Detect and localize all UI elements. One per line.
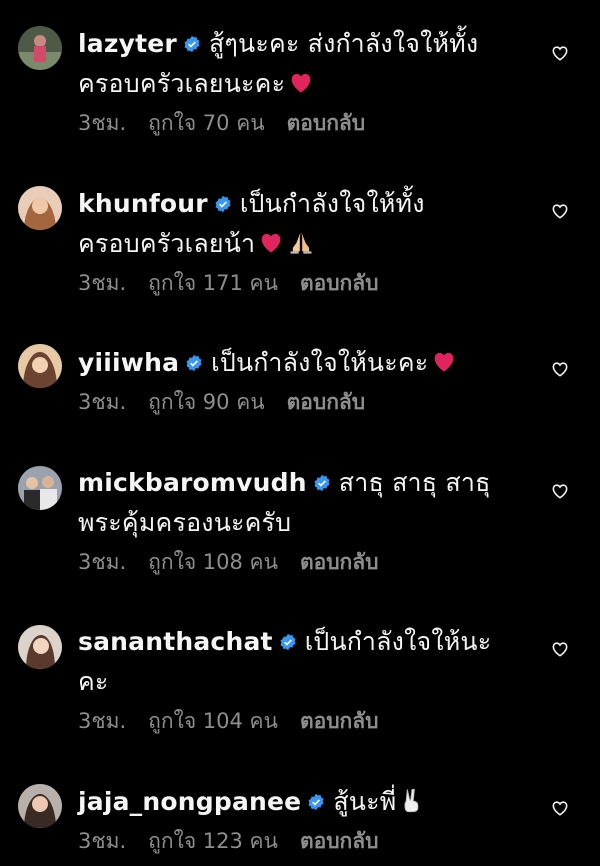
- timestamp: 3ชม.: [78, 390, 127, 414]
- timestamp: 3ชม.: [78, 709, 127, 733]
- like-heart-icon[interactable]: [550, 201, 570, 221]
- username[interactable]: lazyter: [78, 29, 177, 58]
- avatar[interactable]: [18, 625, 62, 669]
- comment-meta: 3ชม. ถูกใจ 108 คน ตอบกลับ: [78, 547, 518, 577]
- verified-badge-icon: [313, 474, 331, 492]
- username[interactable]: mickbaromvudh: [78, 468, 307, 497]
- likes-count[interactable]: ถูกใจ 70 คน: [148, 111, 264, 135]
- comment-body: sananthachat เป็นกำลังใจให้นะคะ 3ชม. ถูกใจ…: [78, 622, 518, 736]
- comment-text: เป็นกำลังใจให้นะคะ: [211, 348, 429, 377]
- timestamp: 3ชม.: [78, 271, 127, 295]
- username[interactable]: khunfour: [78, 189, 208, 218]
- username[interactable]: sananthachat: [78, 627, 273, 656]
- reply-button[interactable]: ตอบกลับ: [287, 390, 366, 414]
- likes-count[interactable]: ถูกใจ 171 คน: [148, 271, 278, 295]
- reply-button[interactable]: ตอบกลับ: [300, 271, 379, 295]
- red-heart-icon: [430, 347, 458, 375]
- avatar[interactable]: [18, 26, 62, 70]
- comment-text-block: jaja_nongpanee สู้นะพี่: [78, 782, 518, 822]
- comment-meta: 3ชม. ถูกใจ 171 คน ตอบกลับ: [78, 268, 518, 298]
- username[interactable]: yiiiwha: [78, 348, 179, 377]
- comment-text: สู้นะพี่: [333, 787, 397, 816]
- avatar[interactable]: [18, 186, 62, 230]
- verified-badge-icon: [185, 354, 203, 372]
- likes-count[interactable]: ถูกใจ 123 คน: [148, 829, 278, 853]
- verified-badge-icon: [307, 793, 325, 811]
- comment-body: lazyter สู้ๆนะคะ ส่งกำลังใจให้ทั้งครอบครั…: [78, 24, 518, 138]
- comment-text-block: khunfour เป็นกำลังใจให้ทั้งครอบครัวเลยน้า: [78, 184, 518, 264]
- like-heart-icon[interactable]: [550, 798, 570, 818]
- reply-button[interactable]: ตอบกลับ: [300, 709, 379, 733]
- avatar[interactable]: [18, 466, 62, 510]
- timestamp: 3ชม.: [78, 111, 127, 135]
- comment-text-block: yiiiwha เป็นกำลังใจให้นะคะ: [78, 343, 518, 383]
- comment-text-block: lazyter สู้ๆนะคะ ส่งกำลังใจให้ทั้งครอบครั…: [78, 24, 518, 104]
- verified-badge-icon: [279, 633, 297, 651]
- timestamp: 3ชม.: [78, 829, 127, 853]
- comment-body: yiiiwha เป็นกำลังใจให้นะคะ 3ชม. ถูกใจ 90 ค…: [78, 343, 518, 417]
- like-heart-icon[interactable]: [550, 43, 570, 63]
- comment-meta: 3ชม. ถูกใจ 90 คน ตอบกลับ: [78, 387, 518, 417]
- victory-hand-icon: [398, 786, 426, 814]
- reply-button[interactable]: ตอบกลับ: [300, 829, 379, 853]
- likes-count[interactable]: ถูกใจ 104 คน: [148, 709, 278, 733]
- like-heart-icon[interactable]: [550, 639, 570, 659]
- comment-body: khunfour เป็นกำลังใจให้ทั้งครอบครัวเลยน้า…: [78, 184, 518, 298]
- comment-body: mickbaromvudh สาธุ สาธุ สาธุ พระคุ้มครองน…: [78, 463, 518, 577]
- like-heart-icon[interactable]: [550, 359, 570, 379]
- red-heart-icon: [257, 228, 285, 256]
- comment-body: jaja_nongpanee สู้นะพี่ 3ชม. ถูกใจ 123 คน ต…: [78, 782, 518, 856]
- red-heart-icon: [287, 68, 315, 96]
- reply-button[interactable]: ตอบกลับ: [300, 550, 379, 574]
- avatar[interactable]: [18, 344, 62, 388]
- comment-meta: 3ชม. ถูกใจ 70 คน ตอบกลับ: [78, 108, 518, 138]
- likes-count[interactable]: ถูกใจ 108 คน: [148, 550, 278, 574]
- comment-meta: 3ชม. ถูกใจ 123 คน ตอบกลับ: [78, 826, 518, 856]
- username[interactable]: jaja_nongpanee: [78, 787, 301, 816]
- avatar[interactable]: [18, 784, 62, 828]
- praying-hands-icon: [287, 228, 315, 256]
- comment-text-block: mickbaromvudh สาธุ สาธุ สาธุ พระคุ้มครองน…: [78, 463, 518, 543]
- verified-badge-icon: [214, 195, 232, 213]
- comment-text-block: sananthachat เป็นกำลังใจให้นะคะ: [78, 622, 518, 702]
- like-heart-icon[interactable]: [550, 481, 570, 501]
- verified-badge-icon: [183, 35, 201, 53]
- reply-button[interactable]: ตอบกลับ: [287, 111, 366, 135]
- comment-meta: 3ชม. ถูกใจ 104 คน ตอบกลับ: [78, 706, 518, 736]
- timestamp: 3ชม.: [78, 550, 127, 574]
- likes-count[interactable]: ถูกใจ 90 คน: [148, 390, 264, 414]
